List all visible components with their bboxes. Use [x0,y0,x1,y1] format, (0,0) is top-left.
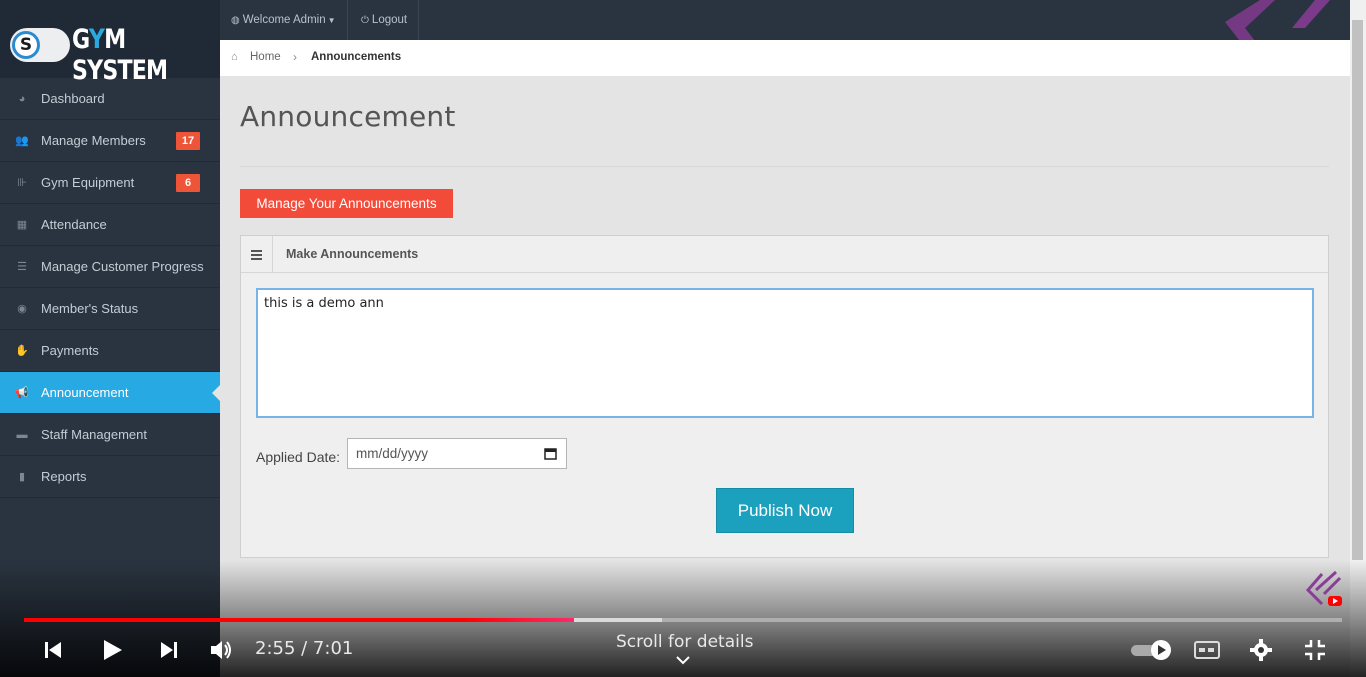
calendar-icon[interactable] [544,447,557,460]
user-icon: ◍ [231,15,240,26]
applied-date-input[interactable]: mm/dd/yyyy [347,438,567,469]
sidebar-item-label: Gym Equipment [41,175,135,190]
sidebar-item-staff-management[interactable]: ▬ Staff Management [0,414,220,456]
publish-now-button[interactable]: Publish Now [716,488,854,533]
page-title: Announcement [240,100,456,133]
eye-icon: ◉ [17,303,27,315]
divider [240,166,1329,167]
welcome-menu[interactable]: ◍ Welcome Admin ▼ [220,0,348,40]
previous-icon[interactable] [43,640,63,660]
panel-title: Make Announcements [286,247,419,261]
breadcrumb: ⌂ Home › Announcements [220,40,1350,76]
sidebar-item-label: Announcement [41,385,129,400]
sidebar-item-gym-equipment[interactable]: ⊪ Gym Equipment 6 [0,162,220,204]
chevron-down-icon[interactable] [675,655,691,667]
scrollbar-thumb[interactable] [1352,20,1363,560]
caret-down-icon: ▼ [327,16,336,25]
next-icon[interactable] [159,640,179,660]
count-badge: 6 [176,174,200,192]
file-icon: ▮ [18,471,26,483]
sidebar-item-label: Manage Members [41,133,146,148]
breadcrumb-home[interactable]: Home [250,51,281,63]
brand-logo[interactable]: S GYM SYSTEM [0,0,220,86]
sidebar-item-dashboard[interactable]: ◕ Dashboard [0,78,220,120]
announcement-textarea[interactable] [256,288,1314,418]
breadcrumb-current: Announcements [311,51,402,63]
sidebar-item-label: Payments [41,343,99,358]
sidebar-item-manage-customer-progress[interactable]: ☰ Manage Customer Progress [0,246,220,288]
captions-icon[interactable] [1194,640,1220,660]
home-icon: ⌂ [231,51,238,63]
sidebar-item-label: Attendance [41,217,107,232]
channel-logo-icon[interactable] [1302,568,1346,612]
announcement-panel: Make Announcements Applied Date: mm/dd/y… [240,235,1329,558]
autoplay-toggle-icon[interactable] [1130,639,1174,661]
hand-money-icon: ✋ [15,345,29,357]
app-title: GYM SYSTEM [72,24,168,86]
scroll-for-details[interactable]: Scroll for details [616,632,753,652]
logout-link[interactable]: ⏻ Logout [350,0,420,40]
logo-badge: S [12,31,40,59]
calendar-icon: ▦ [16,219,28,231]
sidebar-item-manage-members[interactable]: 👥 Manage Members 17 [0,120,220,162]
date-placeholder: mm/dd/yyyy [356,446,429,461]
logout-label: Logout [371,14,408,26]
sidebar-item-reports[interactable]: ▮ Reports [0,456,220,498]
sidebar-item-label: Reports [41,469,87,484]
sidebar-item-label: Staff Management [41,427,147,442]
sidebar-item-label: Member's Status [41,301,139,316]
sidebar-item-payments[interactable]: ✋ Payments [0,330,220,372]
sidebar-item-attendance[interactable]: ▦ Attendance [0,204,220,246]
dashboard-icon: ◕ [18,92,26,105]
top-bar: ◍ Welcome Admin ▼ ⏻ Logout [220,0,1350,64]
panel-header: Make Announcements [241,236,1328,273]
welcome-label: Welcome Admin [242,14,326,26]
dumbbell-icon: ⊪ [17,177,27,189]
tasks-icon: ☰ [17,261,27,273]
sidebar-item-announcement[interactable]: 📢 Announcement [0,372,220,414]
app-window: S GYM SYSTEM ◕ Dashboard 👥 Manage Members 17… [0,0,1366,677]
sidebar-item-label: Dashboard [41,91,105,106]
sidebar-item-member-s-status[interactable]: ◉ Member's Status [0,288,220,330]
list-icon [241,236,273,273]
chevron-right-icon: › [293,50,297,64]
volume-icon[interactable] [210,639,234,661]
play-icon[interactable] [100,638,124,662]
users-icon: 👥 [15,135,29,147]
progress-played[interactable] [24,618,574,622]
settings-gear-icon[interactable] [1249,638,1273,662]
count-badge: 17 [176,132,200,150]
sidebar-nav: ◕ Dashboard 👥 Manage Members 17 ⊪ Gym Equipmen… [0,78,220,498]
applied-date-label: Applied Date: [256,449,341,465]
megaphone-icon: 📢 [15,387,29,399]
sidebar-item-label: Manage Customer Progress [41,259,204,274]
briefcase-icon: ▬ [16,428,28,441]
time-display: 2:55 / 7:01 [255,638,354,659]
exit-fullscreen-icon[interactable] [1303,638,1327,662]
manage-announcements-button[interactable]: Manage Your Announcements [240,189,453,218]
power-icon: ⏻ [361,15,369,26]
